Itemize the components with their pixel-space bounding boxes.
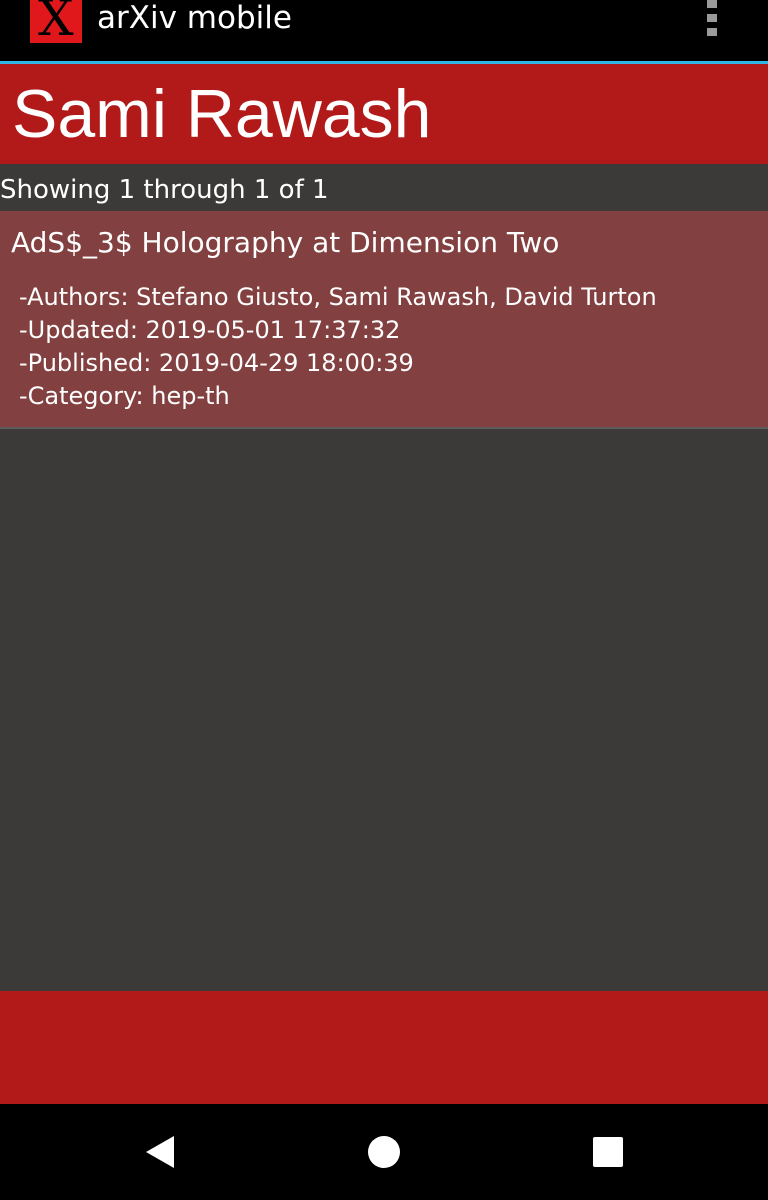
paper-published: -Published: 2019-04-29 18:00:39 <box>19 349 414 377</box>
system-navigation-bar <box>0 1104 768 1200</box>
action-bar: X arXiv mobile <box>0 0 768 61</box>
page-header: Sami Rawash <box>0 64 768 164</box>
results-summary: Showing 1 through 1 of 1 <box>0 175 329 205</box>
app-logo-letter: X <box>38 0 74 43</box>
app-title: arXiv mobile <box>97 0 292 36</box>
page-title: Sami Rawash <box>12 76 432 152</box>
recents-icon[interactable] <box>560 1104 656 1200</box>
paper-title: AdS$_3$ Holography at Dimension Two <box>11 226 560 259</box>
home-icon[interactable] <box>336 1104 432 1200</box>
list-item[interactable]: AdS$_3$ Holography at Dimension Two -Aut… <box>0 211 768 429</box>
back-icon[interactable] <box>112 1104 208 1200</box>
overflow-menu-icon[interactable] <box>696 0 728 44</box>
paper-authors: -Authors: Stefano Giusto, Sami Rawash, D… <box>19 283 657 311</box>
footer-bar <box>0 991 768 1104</box>
app-logo[interactable]: X <box>30 0 82 43</box>
paper-updated: -Updated: 2019-05-01 17:37:32 <box>19 316 401 344</box>
paper-category: -Category: hep-th <box>19 382 230 410</box>
